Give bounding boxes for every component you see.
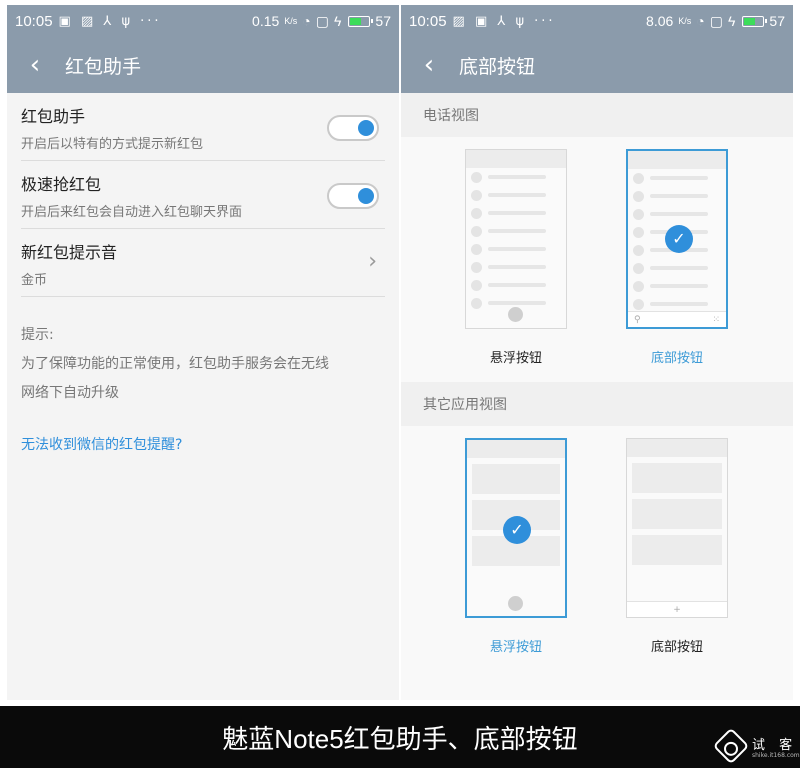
phone-view-options: 悬浮按钮 ⚲ ⁙ ✓ 底部按钮 <box>401 137 793 382</box>
checkmark-icon: ✓ <box>503 516 531 544</box>
plus-icon: + <box>673 604 681 615</box>
chevron-right-icon: › <box>368 249 377 274</box>
back-arrow-icon[interactable]: ‹ <box>15 50 55 80</box>
fast-grab-toggle[interactable] <box>327 183 379 209</box>
tips-block: 提示: 为了保障功能的正常使用，红包助手服务会在无线 网络下自动升级 <box>21 321 385 408</box>
title-bar: ‹ 红包助手 <box>7 37 399 93</box>
phone-bottom-button-option[interactable]: ⚲ ⁙ ✓ <box>626 149 728 329</box>
apps-bottom-button-option[interactable]: + <box>626 438 728 618</box>
red-packet-assistant-toggle[interactable] <box>327 115 379 141</box>
floating-button-icon <box>508 596 523 611</box>
caption-banner: 魅蓝Note5红包助手、底部按钮 试 客 shike.it168.com <box>0 706 800 768</box>
tips-text: 网络下自动升级 <box>21 385 119 401</box>
status-time: 10:05 <box>15 12 53 30</box>
bottom-bar: ⚲ ⁙ <box>628 311 726 327</box>
network-speed: 0.15 <box>252 13 280 29</box>
right-screen: 10:05 ▨ ▣ ⅄ ψ ··· 8.06 K/s ◔ ▢ ϟ 57 ‹ 底部… <box>401 5 793 700</box>
screen-icon: ▢ <box>709 12 723 29</box>
setting-value: 金币 <box>21 273 48 288</box>
network-speed: 8.06 <box>646 13 674 29</box>
option-label[interactable]: 底部按钮 <box>626 347 728 366</box>
dialpad-icon: ⁙ <box>712 314 720 325</box>
setting-red-packet-assistant[interactable]: 红包助手 开启后以特有的方式提示新红包 <box>21 93 385 161</box>
notification-icons: ▨ ▣ ⅄ ψ ··· <box>452 13 556 29</box>
wifi-icon: ◔ <box>302 13 311 29</box>
setting-notification-sound[interactable]: 新红包提示音 金币 › <box>21 229 385 297</box>
status-bar: 10:05 ▣ ▨ ⅄ ψ ··· 0.15 K/s ◔ ▢ ϟ 57 <box>7 5 399 37</box>
phone-floating-button-option[interactable] <box>465 149 567 329</box>
tips-label: 提示: <box>21 327 54 343</box>
search-icon: ⚲ <box>634 314 641 325</box>
battery-level: 57 <box>769 13 785 29</box>
help-link[interactable]: 无法收到微信的红包提醒? <box>21 434 385 454</box>
brand-domain: shike.it168.com <box>752 752 800 759</box>
section-header-other-apps-view: 其它应用视图 <box>401 382 793 426</box>
battery-level: 57 <box>375 13 391 29</box>
banner-caption: 魅蓝Note5红包助手、底部按钮 <box>222 724 578 754</box>
battery-icon <box>742 15 768 27</box>
option-label[interactable]: 悬浮按钮 <box>465 636 567 655</box>
brand-name: 试 客 <box>752 738 798 753</box>
network-speed-unit: K/s <box>678 16 692 26</box>
back-arrow-icon[interactable]: ‹ <box>409 50 449 80</box>
wifi-icon: ◔ <box>696 13 705 29</box>
charging-icon: ϟ <box>728 13 736 29</box>
setting-title: 新红包提示音 <box>21 243 118 262</box>
other-apps-options: ✓ 悬浮按钮 + 底部按钮 <box>401 426 793 700</box>
tips-text: 为了保障功能的正常使用，红包助手服务会在无线 <box>21 356 329 372</box>
charging-icon: ϟ <box>334 13 342 29</box>
setting-fast-grab[interactable]: 极速抢红包 开启后来红包会自动进入红包聊天界面 <box>21 161 385 229</box>
floating-button-icon <box>508 307 523 322</box>
left-screen: 10:05 ▣ ▨ ⅄ ψ ··· 0.15 K/s ◔ ▢ ϟ 57 ‹ 红包… <box>7 5 399 700</box>
bottom-bar: + <box>627 601 727 617</box>
network-speed-unit: K/s <box>284 16 298 26</box>
status-bar: 10:05 ▨ ▣ ⅄ ψ ··· 8.06 K/s ◔ ▢ ϟ 57 <box>401 5 793 37</box>
apps-floating-button-option[interactable]: ✓ <box>465 438 567 618</box>
page-title: 底部按钮 <box>459 55 536 78</box>
section-header-phone-view: 电话视图 <box>401 93 793 137</box>
notification-icons: ▣ ▨ ⅄ ψ ··· <box>58 13 162 29</box>
screen-icon: ▢ <box>315 12 329 29</box>
battery-icon <box>348 15 374 27</box>
title-bar: ‹ 底部按钮 <box>401 37 793 93</box>
option-label[interactable]: 底部按钮 <box>626 636 728 655</box>
status-time: 10:05 <box>409 12 447 30</box>
option-label[interactable]: 悬浮按钮 <box>465 347 567 366</box>
page-title: 红包助手 <box>65 55 142 78</box>
checkmark-icon: ✓ <box>665 225 693 253</box>
